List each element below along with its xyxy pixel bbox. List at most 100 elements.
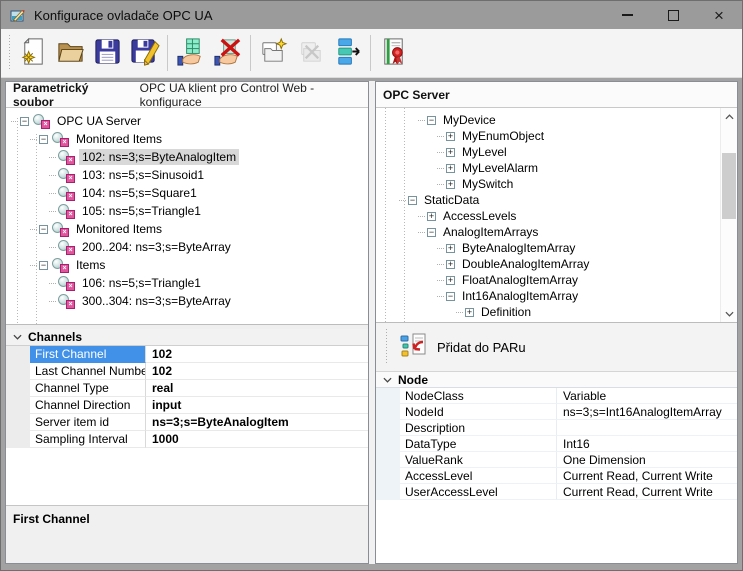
toolbar-grip[interactable] bbox=[8, 35, 11, 71]
new-file-icon bbox=[18, 36, 49, 70]
tree-item[interactable]: +Definition bbox=[376, 304, 737, 320]
new-config-button[interactable] bbox=[15, 32, 52, 74]
tree-item[interactable]: −Int16AnalogItemArray bbox=[376, 288, 737, 304]
tree-item[interactable]: ×102: ns=3;s=ByteAnalogItem bbox=[6, 148, 368, 166]
property-label[interactable]: AccessLevel bbox=[400, 468, 557, 484]
tree-item-label: Items bbox=[73, 257, 108, 273]
property-label[interactable]: NodeClass bbox=[400, 388, 557, 404]
tree-item[interactable]: −×Monitored Items bbox=[6, 130, 368, 148]
tree-item[interactable]: −AnalogItemArrays bbox=[376, 224, 737, 240]
tree-item[interactable]: ×200..204: ns=3;s=ByteArray bbox=[6, 238, 368, 256]
tree-item[interactable]: ×105: ns=5;s=Triangle1 bbox=[6, 202, 368, 220]
tree-toggle-plus[interactable]: + bbox=[465, 308, 474, 317]
tree-connector bbox=[437, 168, 444, 169]
tree-connector bbox=[437, 152, 444, 153]
tree-item[interactable]: + ByteAnalogItemArray bbox=[376, 240, 737, 256]
scroll-down-button[interactable] bbox=[721, 305, 737, 322]
property-label[interactable]: Channel Type bbox=[30, 380, 146, 397]
tree-item-label: Monitored Items bbox=[73, 131, 165, 147]
tree-item[interactable]: −StaticData bbox=[376, 192, 737, 208]
tree-item[interactable]: +AccessLevels bbox=[376, 208, 737, 224]
collapse-chevron-icon[interactable] bbox=[376, 377, 398, 383]
property-value[interactable]: Variable bbox=[557, 388, 737, 404]
tree-toggle-minus[interactable]: − bbox=[20, 117, 29, 126]
save-button[interactable] bbox=[89, 32, 126, 74]
add-to-par-button[interactable]: Přidat do PARu bbox=[392, 328, 534, 367]
license-button[interactable] bbox=[375, 32, 412, 74]
add-item-button[interactable] bbox=[172, 32, 209, 74]
tree-toggle-minus[interactable]: − bbox=[39, 225, 48, 234]
tree-toggle-plus[interactable]: + bbox=[446, 148, 455, 157]
tree-toggle-minus[interactable]: − bbox=[427, 116, 436, 125]
property-value[interactable]: 102 bbox=[146, 346, 368, 363]
property-value[interactable] bbox=[557, 420, 737, 436]
tree-toggle-minus[interactable]: − bbox=[39, 135, 48, 144]
tree-item[interactable]: ×104: ns=5;s=Square1 bbox=[6, 184, 368, 202]
property-value[interactable]: Current Read, Current Write bbox=[557, 468, 737, 484]
scrollbar-thumb[interactable] bbox=[722, 153, 736, 219]
property-value[interactable]: Current Read, Current Write bbox=[557, 484, 737, 500]
property-label[interactable]: NodeId bbox=[400, 404, 557, 420]
tree-toggle-minus[interactable]: − bbox=[427, 228, 436, 237]
minimize-button[interactable] bbox=[604, 1, 650, 29]
tree-item[interactable]: +MyEnumObject bbox=[376, 128, 737, 144]
scroll-up-button[interactable] bbox=[721, 108, 737, 125]
export-button[interactable] bbox=[329, 32, 366, 74]
property-label[interactable]: First Channel bbox=[30, 346, 146, 363]
tree-item[interactable]: −×OPC UA Server bbox=[6, 112, 368, 130]
command-bar-grip[interactable] bbox=[385, 329, 388, 365]
tree-toggle-plus[interactable]: + bbox=[446, 276, 455, 285]
property-value[interactable]: ns=3;s=ByteAnalogItem bbox=[146, 414, 368, 431]
property-value[interactable]: real bbox=[146, 380, 368, 397]
property-label[interactable]: DataType bbox=[400, 436, 557, 452]
property-label[interactable]: Last Channel Number bbox=[30, 363, 146, 380]
titlebar[interactable]: Konfigurace ovladače OPC UA × bbox=[1, 1, 742, 29]
property-label[interactable]: Description bbox=[400, 420, 557, 436]
channel-badge: × bbox=[41, 120, 50, 129]
tree-toggle-plus[interactable]: + bbox=[446, 260, 455, 269]
tree-item[interactable]: +FloatAnalogItemArray bbox=[376, 272, 737, 288]
property-label[interactable]: ValueRank bbox=[400, 452, 557, 468]
property-value[interactable]: 1000 bbox=[146, 431, 368, 448]
tree-item[interactable]: +MySwitch bbox=[376, 176, 737, 192]
tree-item-label: ByteAnalogItemArray bbox=[459, 240, 578, 256]
tree-item[interactable]: −MyDevice bbox=[376, 112, 737, 128]
tree-toggle-minus[interactable]: − bbox=[408, 196, 417, 205]
property-label[interactable]: Channel Direction bbox=[30, 397, 146, 414]
property-label[interactable]: Sampling Interval bbox=[30, 431, 146, 448]
property-value[interactable]: input bbox=[146, 397, 368, 414]
tree-toggle-plus[interactable]: + bbox=[427, 212, 436, 221]
tree-item[interactable]: ×106: ns=5;s=Triangle1 bbox=[6, 274, 368, 292]
tree-item[interactable]: +MyLevel bbox=[376, 144, 737, 160]
open-config-button[interactable] bbox=[52, 32, 89, 74]
tree-toggle-plus[interactable]: + bbox=[446, 132, 455, 141]
property-label[interactable]: UserAccessLevel bbox=[400, 484, 557, 500]
collapse-chevron-icon[interactable] bbox=[6, 334, 28, 340]
open-folder-icon bbox=[55, 36, 86, 70]
property-value[interactable]: 102 bbox=[146, 363, 368, 380]
tree-toggle-plus[interactable]: + bbox=[446, 244, 455, 253]
property-label[interactable]: Server item id bbox=[30, 414, 146, 431]
tree-item[interactable]: −×Monitored Items bbox=[6, 220, 368, 238]
left-panel-subtitle: OPC UA klient pro Control Web - konfigur… bbox=[140, 81, 368, 109]
new-group-button[interactable] bbox=[255, 32, 292, 74]
tree-toggle-minus[interactable]: − bbox=[446, 292, 455, 301]
property-value[interactable]: Int16 bbox=[557, 436, 737, 452]
tree-item[interactable]: +DoubleAnalogItemArray bbox=[376, 256, 737, 272]
tree-item[interactable]: +MyLevelAlarm bbox=[376, 160, 737, 176]
tree-item[interactable]: −×Items bbox=[6, 256, 368, 274]
scrollbar-track[interactable] bbox=[721, 125, 737, 305]
property-value[interactable]: ns=3;s=Int16AnalogItemArray bbox=[557, 404, 737, 420]
save-as-button[interactable] bbox=[126, 32, 163, 74]
maximize-button[interactable] bbox=[650, 1, 696, 29]
tree-item[interactable]: ×103: ns=5;s=Sinusoid1 bbox=[6, 166, 368, 184]
tree-toggle-plus[interactable]: + bbox=[446, 164, 455, 173]
property-value[interactable]: One Dimension bbox=[557, 452, 737, 468]
parametric-tree: −×OPC UA Server−×Monitored Items×102: ns… bbox=[6, 108, 368, 324]
tree-item[interactable]: ×300..304: ns=3;s=ByteArray bbox=[6, 292, 368, 310]
delete-item-button[interactable] bbox=[209, 32, 246, 74]
tree-toggle-minus[interactable]: − bbox=[39, 261, 48, 270]
tree-connector bbox=[418, 232, 425, 233]
tree-toggle-plus[interactable]: + bbox=[446, 180, 455, 189]
close-button[interactable]: × bbox=[696, 1, 742, 29]
